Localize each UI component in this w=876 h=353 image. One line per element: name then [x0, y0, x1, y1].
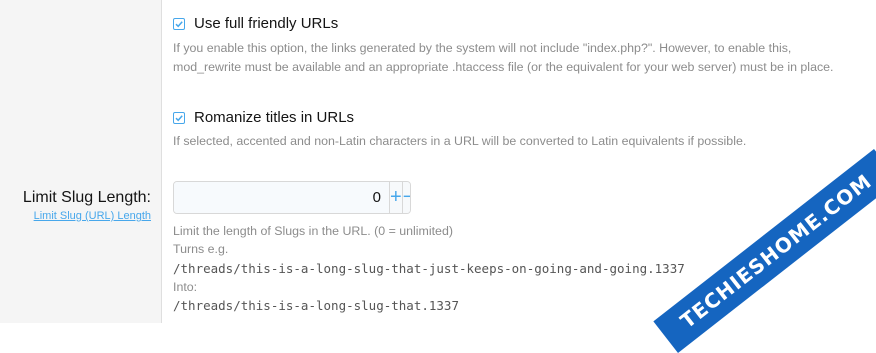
- slug-length-stepper[interactable]: + −: [173, 181, 411, 214]
- slug-length-input[interactable]: [174, 182, 389, 213]
- slug-example-short: /threads/this-is-a-long-slug-that.1337: [173, 298, 459, 313]
- increment-button[interactable]: +: [389, 182, 402, 213]
- label-column: [0, 0, 162, 323]
- romanize-titles-checkbox[interactable]: [173, 111, 185, 124]
- option-romanize-titles[interactable]: Romanize titles in URLs: [173, 109, 354, 126]
- option-friendly-urls[interactable]: Use full friendly URLs: [173, 15, 338, 32]
- friendly-urls-checkbox[interactable]: [173, 17, 185, 30]
- friendly-urls-hint-1: If you enable this option, the links gen…: [173, 41, 792, 55]
- friendly-urls-label: Use full friendly URLs: [194, 15, 339, 32]
- decrement-button[interactable]: −: [401, 182, 410, 213]
- slug-length-sublabel[interactable]: Limit Slug (URL) Length: [34, 210, 151, 222]
- check-icon: [175, 20, 183, 27]
- slug-turns-label: Turns e.g.: [173, 242, 229, 256]
- romanize-titles-hint: If selected, accented and non-Latin char…: [173, 134, 747, 148]
- check-icon: [175, 114, 183, 121]
- slug-length-explain: Limit the length of Slugs in the URL. (0…: [173, 224, 453, 238]
- slug-into-label: Into:: [173, 280, 198, 294]
- slug-example-long: /threads/this-is-a-long-slug-that-just-k…: [173, 261, 685, 276]
- slug-length-label: Limit Slug Length:: [22, 189, 151, 206]
- friendly-urls-hint-2: mod_rewrite must be available and an app…: [173, 60, 834, 74]
- romanize-titles-label: Romanize titles in URLs: [194, 109, 355, 126]
